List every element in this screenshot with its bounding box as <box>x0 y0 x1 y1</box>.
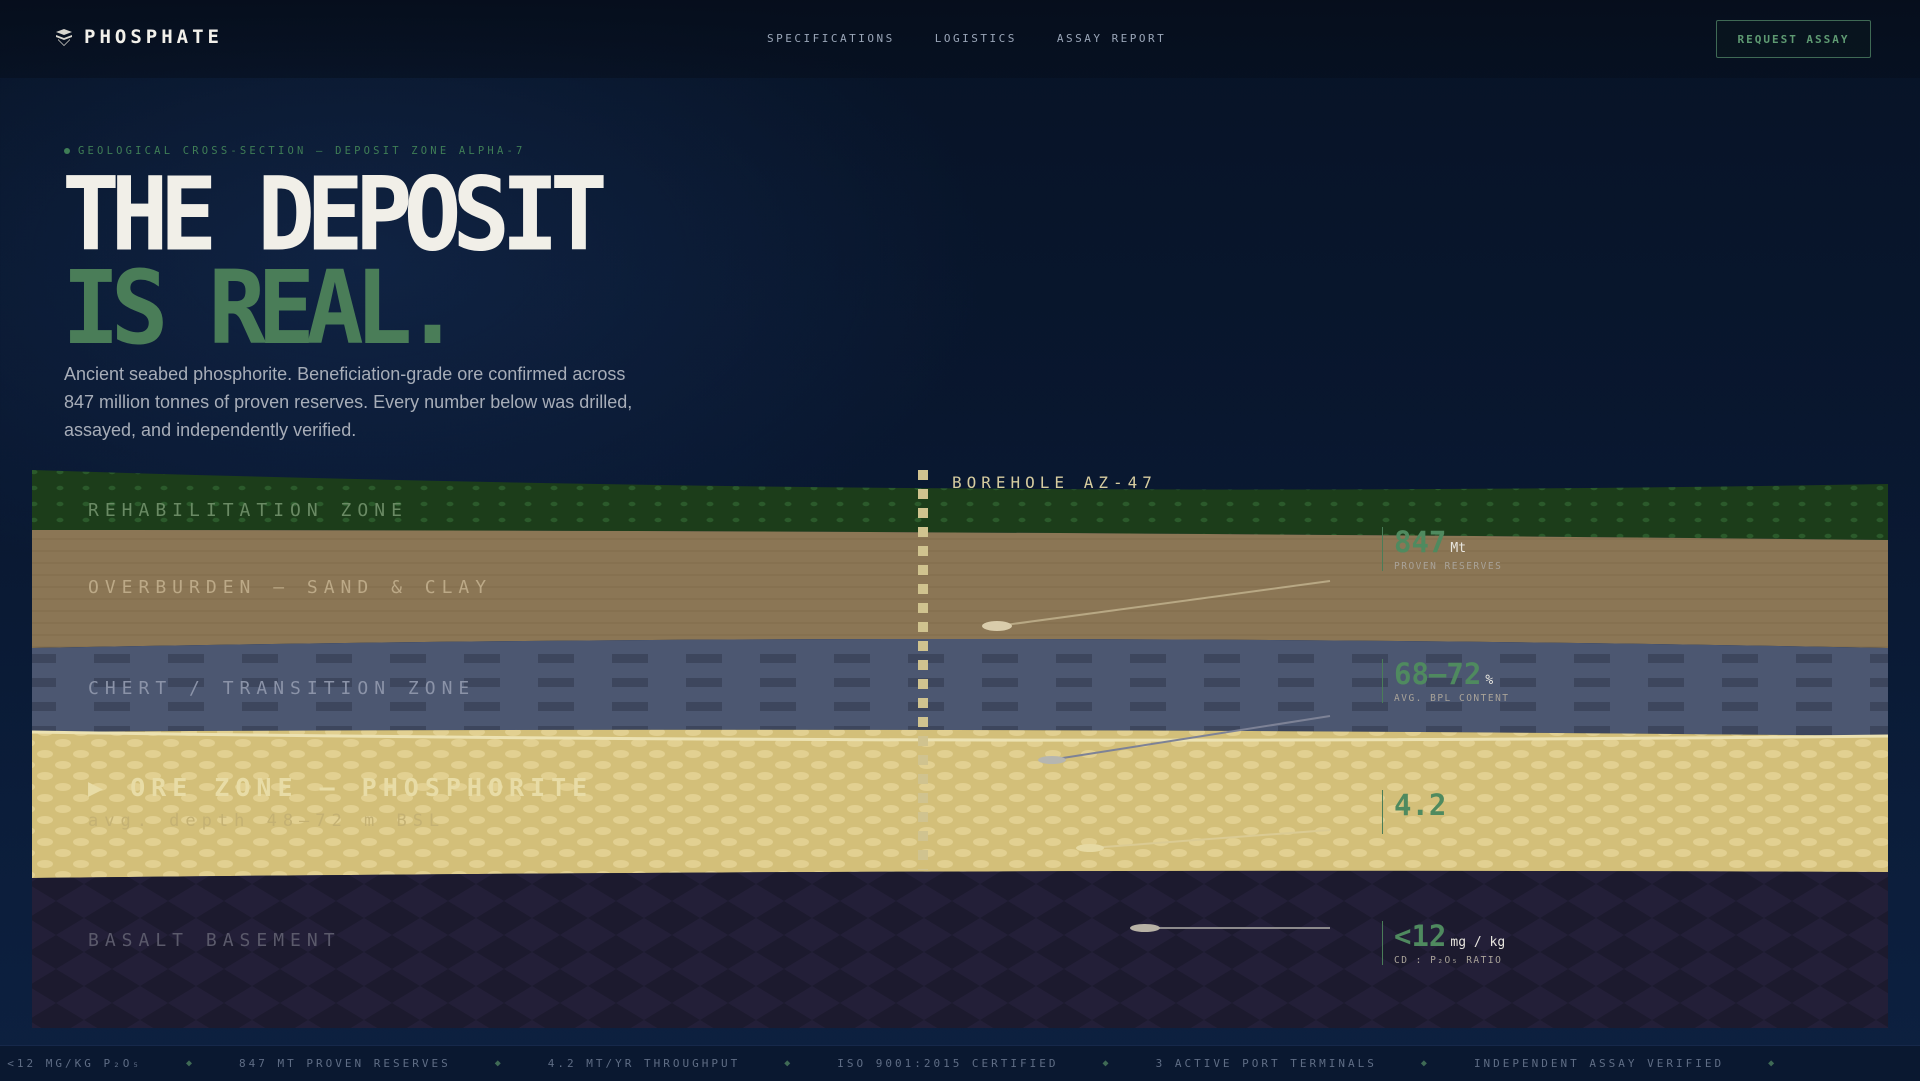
borehole-label: BOREHOLE AZ-47 <box>952 473 1157 492</box>
ticker-item: 847 MT PROVEN RESERVES <box>239 1057 451 1070</box>
ticker-item: ISO 9001:2015 CERTIFIED <box>837 1057 1059 1070</box>
stat-bpl-content: 68–72% AVG. BPL CONTENT <box>1382 657 1510 704</box>
layer-sublabel-ore: avg. depth 48–72 m BSL <box>88 811 445 831</box>
ticker-bar: M <12 MG/KG P₂O₅ ◆ 847 MT PROVEN RESERVE… <box>0 1045 1920 1081</box>
diamond-icon: ◆ <box>1102 1058 1112 1069</box>
stat-value: <12 <box>1394 919 1447 953</box>
layer-ore <box>32 729 1888 878</box>
stat-unit: Mt <box>1450 541 1467 556</box>
ticker-item: 4.2 MT/YR THROUGHPUT <box>547 1057 741 1070</box>
stat-unit: mg / kg <box>1450 935 1506 950</box>
stat-label: PROVEN RESERVES <box>1394 561 1503 572</box>
stat-label: AVG. BPL CONTENT <box>1394 693 1510 704</box>
stat-unit: % <box>1485 673 1494 688</box>
ticker-row: M <12 MG/KG P₂O₅ ◆ 847 MT PROVEN RESERVE… <box>0 1057 1821 1070</box>
stat-label: CD : P₂O₅ RATIO <box>1394 955 1503 966</box>
stat-throughput: 4.2 <box>1382 790 1450 834</box>
layer-label-basalt: BASALT BASEMENT <box>88 930 341 951</box>
diamond-icon: ◆ <box>185 1058 195 1069</box>
cross-section-diagram: BOREHOLE AZ-47 REHABILITATION ZONE OVERB… <box>31 470 1889 1028</box>
stat-proven-reserves: 847 Mt PROVEN RESERVES <box>1382 525 1503 572</box>
stat-cd-ratio: <12 mg / kg CD : P₂O₅ RATIO <box>1382 919 1506 966</box>
ticker-item: 3 ACTIVE PORT TERMINALS <box>1155 1057 1377 1070</box>
layer-label-ore: ▶ ORE ZONE — PHOSPHORITE <box>88 773 593 802</box>
stat-value: 68–72 <box>1394 657 1482 691</box>
layer-label-rehabilitation: REHABILITATION ZONE <box>88 500 408 521</box>
layer-label-chert: CHERT / TRANSITION ZONE <box>88 678 475 699</box>
ticker-item: M <12 MG/KG P₂O₅ <box>0 1057 142 1070</box>
layer-label-overburden: OVERBURDEN — SAND & CLAY <box>88 577 492 598</box>
ticker-item: INDEPENDENT ASSAY VERIFIED <box>1473 1057 1725 1070</box>
diamond-icon: ◆ <box>1420 1058 1430 1069</box>
diamond-icon: ◆ <box>784 1058 794 1069</box>
diamond-icon: ◆ <box>1768 1058 1778 1069</box>
diamond-icon: ◆ <box>494 1058 504 1069</box>
stat-value: 4.2 <box>1394 788 1447 822</box>
stat-value: 847 <box>1394 525 1447 559</box>
